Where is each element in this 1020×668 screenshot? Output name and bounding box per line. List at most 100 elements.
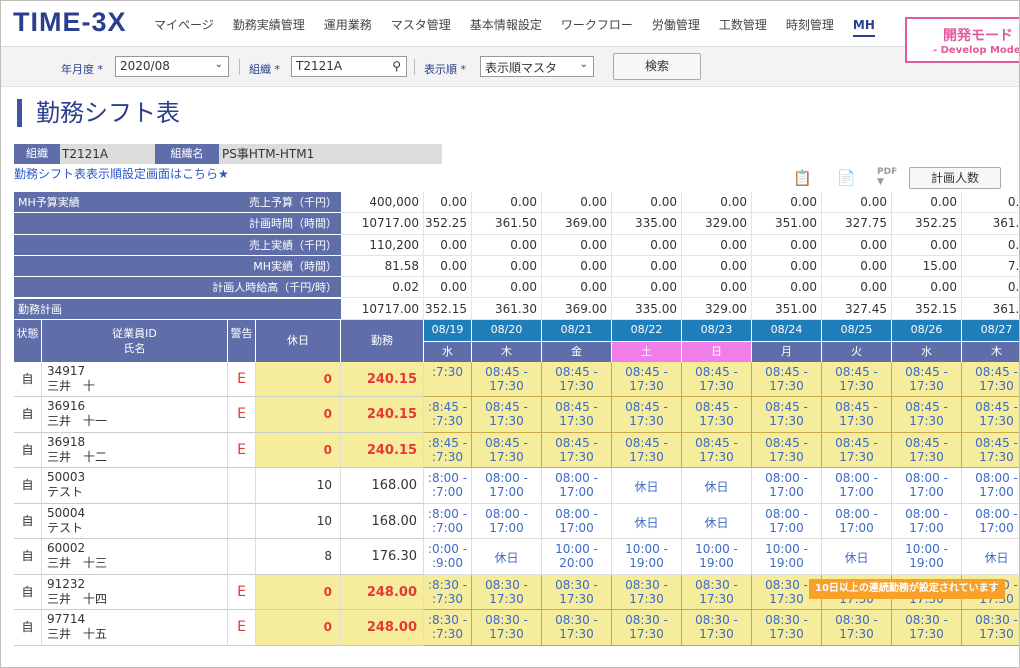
copy-icon[interactable]: 📋 <box>793 169 812 187</box>
shift-cell[interactable]: 08:45 -17:30 <box>752 432 822 469</box>
search-button[interactable]: 検索 <box>613 53 701 80</box>
shift-cell[interactable]: 08:45 -17:30 <box>612 361 682 398</box>
nav-item[interactable]: 運用業務 <box>324 16 372 33</box>
shift-cell[interactable]: 08:30 -17:30 <box>962 610 1019 646</box>
nav-item[interactable]: マスタ管理 <box>391 16 451 33</box>
shift-cell[interactable]: 08:45 -17:30 <box>892 432 962 469</box>
nav-item[interactable]: 勤務実績管理 <box>233 16 305 33</box>
shift-cell[interactable]: 08:30 -17:30 <box>542 610 612 646</box>
shift-end: 17:30 <box>629 591 664 606</box>
shift-cell[interactable]: 08:00 -17:00 <box>472 503 542 540</box>
nav-item[interactable]: 基本情報設定 <box>470 16 542 33</box>
employee-cell[interactable]: 60002 三井 十三 <box>42 539 228 575</box>
settings-link[interactable]: 勤務シフト表表示順設定画面はこちら★ <box>14 165 229 182</box>
org-input[interactable]: T2121A ⚲ <box>291 56 407 77</box>
year-month-select[interactable]: 2020/08 ⌄ <box>115 56 229 77</box>
shift-cell[interactable]: 休日 <box>682 468 752 504</box>
shift-cell[interactable]: 08:00 -17:00 <box>962 468 1019 504</box>
shift-cell[interactable]: 08:30 -17:30 <box>752 610 822 646</box>
shift-cell[interactable]: 08:45 -17:30 <box>612 432 682 469</box>
nav-item[interactable]: 時刻管理 <box>786 16 834 33</box>
shift-cell[interactable]: 08:30 -17:30 <box>542 574 612 611</box>
shift-cell[interactable]: 休日 <box>612 468 682 504</box>
shift-cell[interactable]: 08:00 -17:00 <box>472 468 542 504</box>
shift-cell[interactable]: 08:45 -17:30 <box>962 397 1019 433</box>
shift-cell[interactable]: 08:45 -17:30 <box>542 432 612 469</box>
shift-cell[interactable]: 休日 <box>962 539 1019 575</box>
sort-select[interactable]: 表示順マスタ ⌄ <box>480 56 594 77</box>
shift-cell[interactable]: :8:45 -:7:30 <box>424 397 472 433</box>
employee-cell[interactable]: 50004 テスト <box>42 503 228 540</box>
plan-count-button[interactable]: 計画人数 <box>909 167 1001 189</box>
shift-cell[interactable]: 10:00 -19:00 <box>612 539 682 575</box>
shift-cell[interactable]: :8:45 -:7:30 <box>424 432 472 469</box>
shift-cell[interactable]: 08:45 -17:30 <box>682 432 752 469</box>
shift-cell[interactable]: 08:45 -17:30 <box>612 397 682 433</box>
shift-cell[interactable]: 08:45 -17:30 <box>892 397 962 433</box>
shift-cell[interactable]: 10:00 -19:00 <box>892 539 962 575</box>
employee-cell[interactable]: 97714 三井 十五 <box>42 610 228 646</box>
shift-cell[interactable]: 08:45 -17:30 <box>472 432 542 469</box>
employee-cell[interactable]: 36918 三井 十二 <box>42 432 228 469</box>
shift-start: 08:30 - <box>485 577 528 592</box>
shift-cell[interactable]: 08:45 -17:30 <box>892 361 962 398</box>
shift-cell[interactable]: 08:00 -17:00 <box>752 468 822 504</box>
shift-end: :9:00 <box>432 556 463 571</box>
pdf-download-icon[interactable]: PDF ▼ <box>877 167 897 187</box>
shift-cell[interactable]: 08:00 -17:00 <box>822 468 892 504</box>
shift-cell[interactable]: 08:45 -17:30 <box>822 397 892 433</box>
nav-item[interactable]: MH <box>852 18 875 37</box>
employee-cell[interactable]: 36916 三井 十一 <box>42 397 228 433</box>
shift-cell[interactable]: 08:00 -17:00 <box>962 503 1019 540</box>
shift-cell[interactable]: :8:30 -:7:30 <box>424 574 472 611</box>
shift-cell[interactable]: 08:30 -17:30 <box>612 610 682 646</box>
shift-cell[interactable]: :8:30 -:7:30 <box>424 610 472 646</box>
shift-cell[interactable]: 休日 <box>472 539 542 575</box>
nav-item[interactable]: 労働管理 <box>652 16 700 33</box>
shift-cell[interactable]: 休日 <box>682 503 752 540</box>
shift-cell[interactable]: 08:45 -17:30 <box>682 397 752 433</box>
shift-cell[interactable]: 10:00 -19:00 <box>752 539 822 575</box>
shift-cell[interactable]: :7:30 <box>424 361 472 398</box>
nav-item[interactable]: マイページ <box>154 16 214 33</box>
employee-cell[interactable]: 50003 テスト <box>42 468 228 504</box>
shift-cell[interactable]: 10:00 -20:00 <box>542 539 612 575</box>
shift-cell[interactable]: 08:45 -17:30 <box>472 361 542 398</box>
shift-cell[interactable]: 08:00 -17:00 <box>822 503 892 540</box>
shift-cell[interactable]: 10:00 -19:00 <box>682 539 752 575</box>
shift-cell[interactable]: :8:00 -:7:00 <box>424 468 472 504</box>
shift-cell[interactable]: 08:45 -17:30 <box>682 361 752 398</box>
nav-item[interactable]: ワークフロー <box>561 16 633 33</box>
shift-cell[interactable]: 08:30 -17:30 <box>612 574 682 611</box>
shift-cell[interactable]: 08:30 -17:30 <box>472 574 542 611</box>
employee-cell[interactable]: 91232 三井 十四 <box>42 574 228 611</box>
shift-cell[interactable]: 08:45 -17:30 <box>752 397 822 433</box>
shift-cell[interactable]: 08:30 -17:30 <box>892 610 962 646</box>
shift-cell[interactable]: 08:45 -17:30 <box>962 361 1019 398</box>
shift-cell[interactable]: 08:45 -17:30 <box>822 361 892 398</box>
shift-cell[interactable]: 08:45 -17:30 <box>472 397 542 433</box>
year-month-label: 年月度 * <box>61 63 103 76</box>
shift-cell[interactable]: 08:00 -17:00 <box>752 503 822 540</box>
employee-cell[interactable]: 34917 三井 十 <box>42 361 228 398</box>
shift-cell[interactable]: 08:45 -17:30 <box>542 361 612 398</box>
shift-cell[interactable]: 08:30 -17:30 <box>472 610 542 646</box>
shift-cell[interactable]: :8:00 -:7:00 <box>424 503 472 540</box>
shift-cell[interactable]: 08:00 -17:00 <box>542 468 612 504</box>
shift-cell[interactable]: 08:30 -17:30 <box>682 574 752 611</box>
shift-cell[interactable]: 08:45 -17:30 <box>752 361 822 398</box>
search-icon[interactable]: ⚲ <box>392 59 401 73</box>
shift-cell[interactable]: 08:30 -17:30 <box>822 610 892 646</box>
paste-icon[interactable]: 📄 <box>837 169 856 187</box>
shift-cell[interactable]: 08:30 -17:30 <box>682 610 752 646</box>
shift-cell[interactable]: 08:00 -17:00 <box>542 503 612 540</box>
shift-cell[interactable]: 08:45 -17:30 <box>822 432 892 469</box>
shift-cell[interactable]: 08:45 -17:30 <box>542 397 612 433</box>
shift-cell[interactable]: 休日 <box>822 539 892 575</box>
shift-cell[interactable]: 08:00 -17:00 <box>892 503 962 540</box>
shift-cell[interactable]: 08:45 -17:30 <box>962 432 1019 469</box>
shift-cell[interactable]: 08:00 -17:00 <box>892 468 962 504</box>
shift-cell[interactable]: 休日 <box>612 503 682 540</box>
nav-item[interactable]: 工数管理 <box>719 16 767 33</box>
shift-cell[interactable]: :0:00 -:9:00 <box>424 539 472 575</box>
